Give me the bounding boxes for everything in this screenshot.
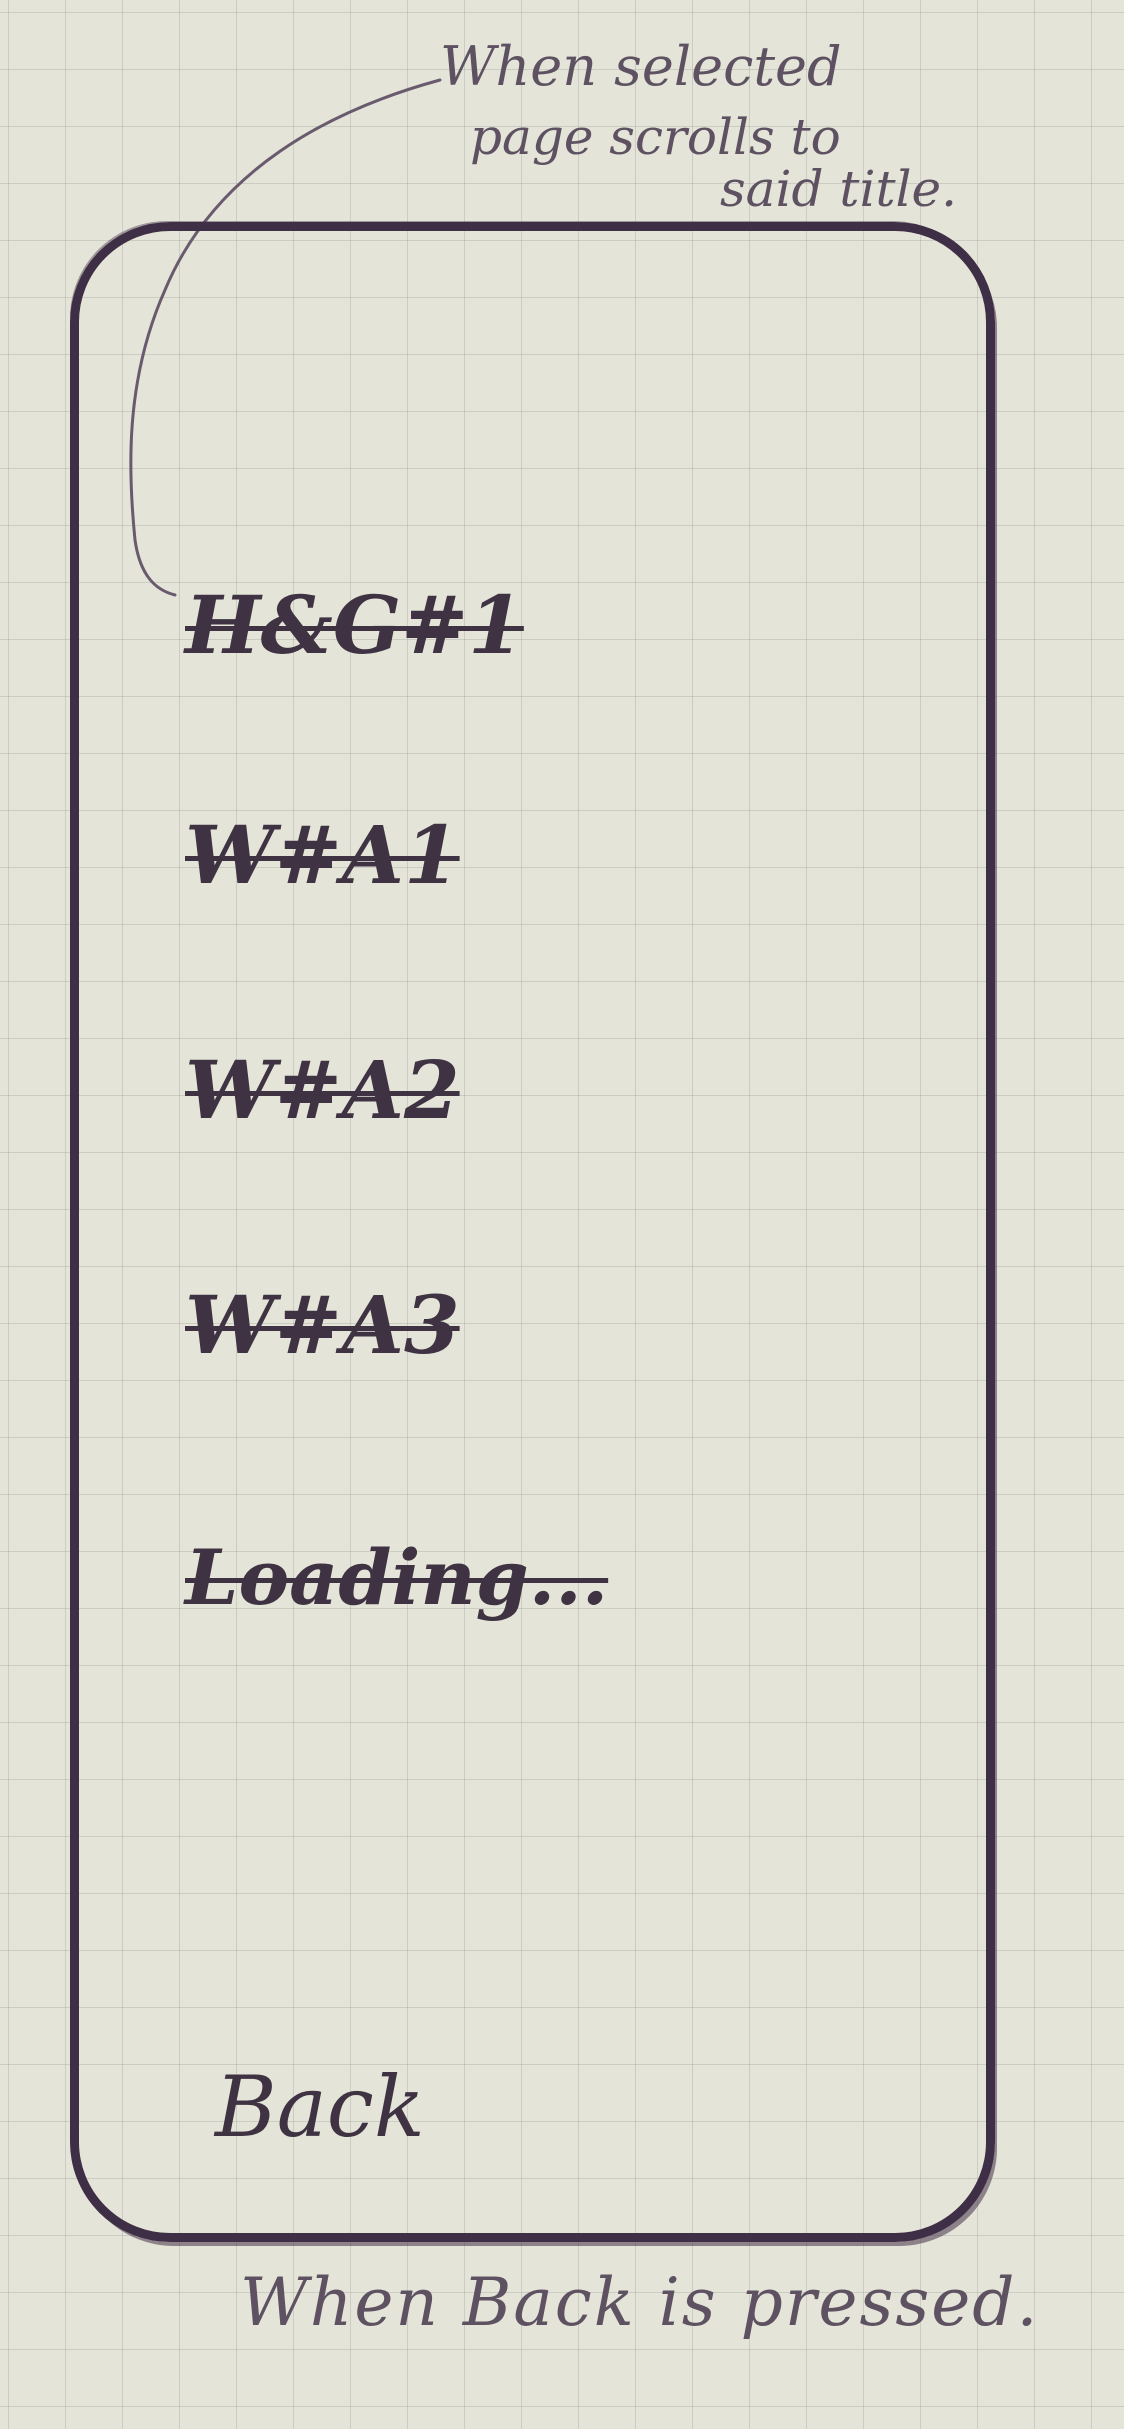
menu-item-loading: Loading... (185, 1533, 609, 1622)
annotation-scroll-note-line-1: When selected (440, 35, 842, 98)
menu-item-hg1[interactable]: H&G#1 (185, 585, 524, 665)
back-button[interactable]: Back (215, 2065, 425, 2149)
menu-item-wa1[interactable]: W#A1 (185, 815, 460, 895)
annotation-scroll-note-line-3: said title. (720, 160, 958, 218)
menu-item-wa3[interactable]: W#A3 (185, 1285, 460, 1365)
menu-item-wa2[interactable]: W#A2 (185, 1050, 460, 1130)
annotation-back-note: When Back is pressed. (240, 2264, 1040, 2341)
phone-frame (70, 222, 995, 2242)
annotation-scroll-note-line-2: page scrolls to (470, 108, 841, 166)
